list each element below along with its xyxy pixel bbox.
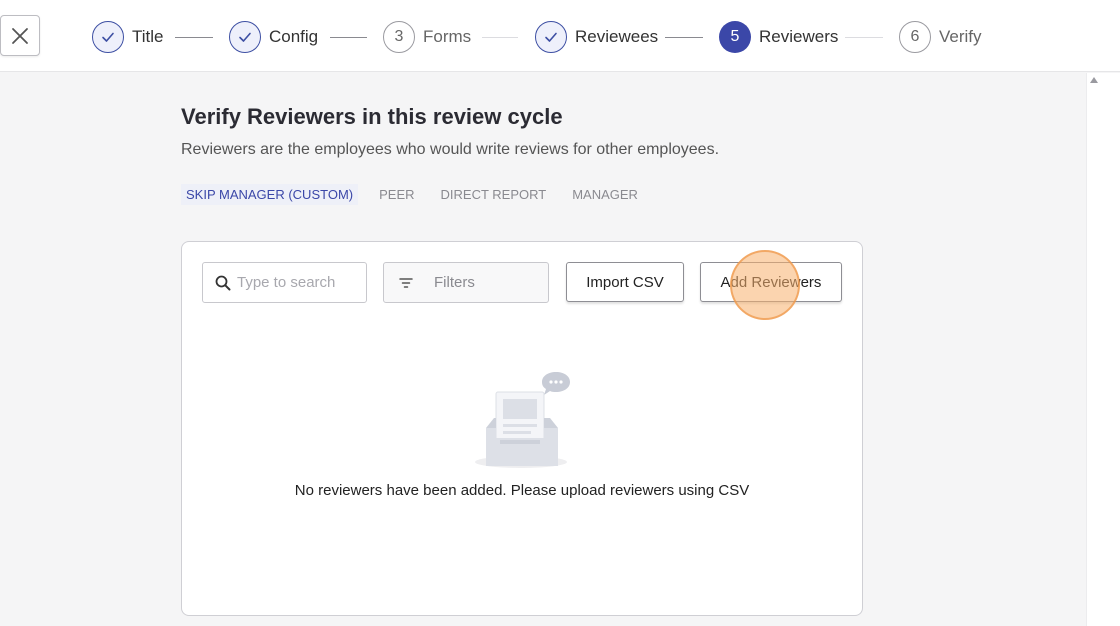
step-label: Config bbox=[269, 27, 319, 46]
step-label: Forms bbox=[423, 27, 472, 46]
step-label: Reviewees bbox=[575, 27, 659, 46]
tab-direct-report[interactable]: DIRECT REPORT bbox=[436, 184, 552, 205]
step-connector bbox=[175, 37, 213, 38]
step-done-indicator bbox=[535, 21, 567, 53]
wizard-header: Title Config 3 Forms Reviewees 5 Reviewe… bbox=[0, 0, 1120, 72]
checkmark-icon bbox=[102, 32, 114, 42]
step-title[interactable]: Title bbox=[92, 21, 164, 53]
import-csv-button[interactable]: Import CSV bbox=[566, 262, 684, 302]
step-done-indicator bbox=[229, 21, 261, 53]
step-done-indicator bbox=[92, 21, 124, 53]
checkmark-icon bbox=[239, 32, 251, 42]
step-label: Verify bbox=[939, 27, 982, 46]
filters-dropdown[interactable]: Filters bbox=[383, 262, 549, 303]
step-connector bbox=[665, 37, 703, 38]
step-connector bbox=[845, 37, 883, 38]
step-reviewees[interactable]: Reviewees bbox=[535, 21, 658, 53]
step-verify[interactable]: 6 Verify bbox=[899, 21, 982, 53]
tab-skip-manager[interactable]: SKIP MANAGER (CUSTOM) bbox=[181, 184, 359, 205]
step-config[interactable]: Config bbox=[229, 21, 318, 53]
tab-peer[interactable]: PEER bbox=[374, 184, 419, 205]
reviewer-type-tabs: SKIP MANAGER (CUSTOM) PEER DIRECT REPORT… bbox=[181, 184, 659, 205]
search-box[interactable] bbox=[202, 262, 367, 303]
filters-label: Filters bbox=[434, 274, 475, 291]
vertical-scrollbar[interactable] bbox=[1086, 73, 1120, 626]
checkmark-icon bbox=[545, 32, 557, 42]
step-reviewers[interactable]: 5 Reviewers bbox=[719, 21, 838, 53]
step-connector bbox=[482, 37, 518, 38]
page-subtitle: Reviewers are the employees who would wr… bbox=[181, 141, 720, 158]
step-number: 5 bbox=[719, 21, 751, 53]
close-icon bbox=[12, 27, 28, 44]
step-number: 3 bbox=[383, 21, 415, 53]
search-icon bbox=[215, 275, 231, 290]
empty-state-message: No reviewers have been added. Please upl… bbox=[294, 482, 750, 499]
search-input[interactable] bbox=[237, 274, 357, 291]
step-label: Reviewers bbox=[759, 27, 839, 46]
empty-inbox-icon bbox=[475, 372, 570, 468]
add-reviewers-button[interactable]: Add Reviewers bbox=[700, 262, 842, 302]
page-title: Verify Reviewers in this review cycle bbox=[181, 104, 563, 129]
step-forms[interactable]: 3 Forms bbox=[383, 21, 471, 53]
step-connector bbox=[330, 37, 367, 38]
scroll-up-arrow-icon[interactable] bbox=[1090, 77, 1098, 83]
close-button[interactable] bbox=[0, 15, 40, 56]
step-label: Title bbox=[132, 27, 164, 46]
filter-icon bbox=[399, 277, 413, 288]
step-number: 6 bbox=[899, 21, 931, 53]
tab-manager[interactable]: MANAGER bbox=[567, 184, 643, 205]
